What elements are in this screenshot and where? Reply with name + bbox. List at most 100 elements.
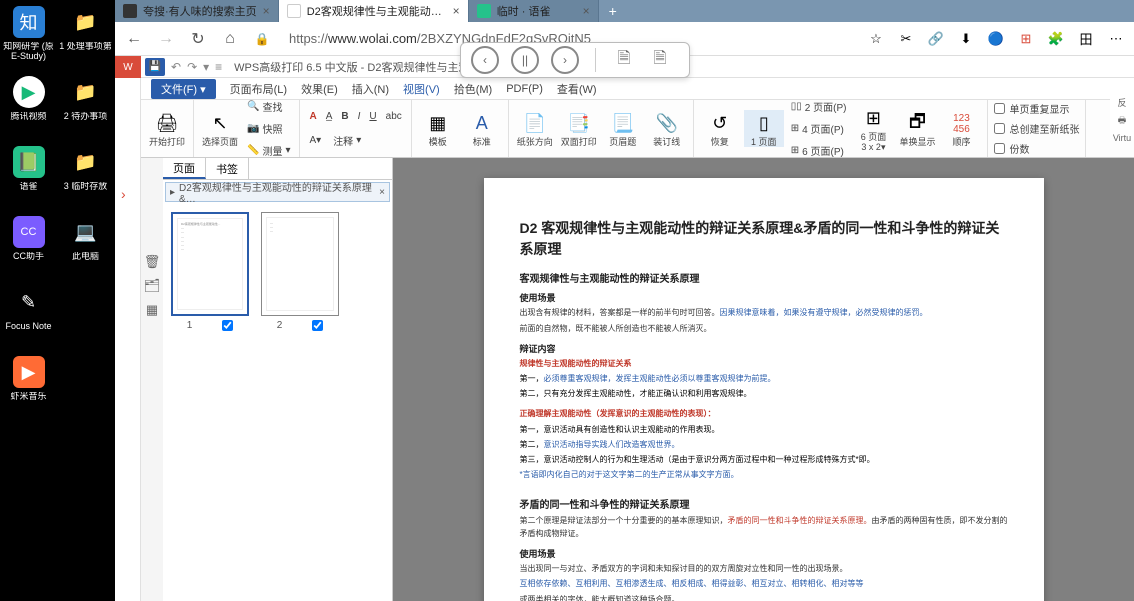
btn-single-swap[interactable]: 🗗单换显示 xyxy=(897,110,937,148)
btn-standard[interactable]: A标准 xyxy=(462,110,502,148)
chk-copies[interactable]: 份数 xyxy=(994,141,1079,156)
tab-close-icon[interactable]: × xyxy=(453,4,460,18)
lock-icon[interactable]: 🔒 xyxy=(251,28,273,50)
btn-2pages[interactable]: ▯▯ 2 页面(P) xyxy=(788,97,850,117)
preview-canvas[interactable]: D2 客观规律性与主观能动性的辩证关系原理&矛盾的同一性和斗争性的辩证关系原理 … xyxy=(393,158,1134,601)
save-icon[interactable]: 💾 xyxy=(145,58,165,76)
section-2-title: 矛盾的同一性和斗争性的辩证关系原理 xyxy=(520,496,1008,511)
printer-label: Virtu xyxy=(1113,133,1131,143)
left-tab-bookmarks[interactable]: 书签 xyxy=(206,158,249,179)
desktop-icon-cchelper[interactable]: CCCC助手 xyxy=(0,210,57,280)
ext-star-icon[interactable]: ☆ xyxy=(866,29,886,49)
sub-usage: 使用场景 xyxy=(520,291,1008,304)
btn-annotate[interactable]: 注释▾ xyxy=(330,131,364,151)
menu-lookup[interactable]: 查看(W) xyxy=(557,81,597,97)
btn-template[interactable]: ▦模板 xyxy=(418,110,458,148)
ext-grid-icon[interactable]: 田 xyxy=(1076,29,1096,49)
doc-breadcrumb[interactable]: ▸D2客观规律性与主观能动性的辩证关系原理&…× xyxy=(165,182,390,202)
media-prev-icon[interactable]: ‹ xyxy=(471,46,499,74)
btn-font-color[interactable]: A▾ xyxy=(306,131,324,151)
ext-more-icon[interactable]: ⋯ xyxy=(1106,29,1126,49)
right-panel: 反 🖶 Virtu xyxy=(1110,90,1134,140)
browser-tab-0[interactable]: 夸搜·有人味的搜索主页 × xyxy=(115,0,279,22)
wps-body: 🗑 🗂 ▦ 页面 书签 ▸D2客观规律性与主观能动性的辩证关系原理&…× D2客… xyxy=(141,158,1134,601)
qa-dropdown-icon[interactable]: ▾ xyxy=(203,60,209,74)
btn-page-header[interactable]: 📃页眉题 xyxy=(603,110,643,148)
btn-bold[interactable]: B xyxy=(338,107,351,127)
btn-binding[interactable]: 📎装订线 xyxy=(647,110,687,148)
btn-snapshot[interactable]: 📷快照 xyxy=(244,119,293,139)
btn-find[interactable]: 🔍查找 xyxy=(244,97,293,117)
chk-newpaper[interactable]: 总创建至新纸张 xyxy=(994,121,1079,136)
btn-double-print[interactable]: 📑双面打印 xyxy=(559,110,599,148)
media-save2-icon[interactable]: 🗎 xyxy=(648,48,672,72)
ext-blue-icon[interactable]: 🔵 xyxy=(986,29,1006,49)
feedback-label[interactable]: 反 xyxy=(1117,96,1126,109)
menu-layout[interactable]: 页面布局(L) xyxy=(230,81,287,97)
btn-restore[interactable]: ↺恢复 xyxy=(700,110,740,148)
browser-tab-1[interactable]: D2客观规律性与主观能动性的 × xyxy=(279,0,469,22)
tab-close-icon[interactable]: × xyxy=(583,4,590,18)
media-pause-icon[interactable]: || xyxy=(511,46,539,74)
left-tab-pages[interactable]: 页面 xyxy=(163,158,206,179)
tab-close-icon[interactable]: × xyxy=(263,4,270,18)
thumb-check-1[interactable] xyxy=(222,320,233,331)
new-tab-button[interactable]: + xyxy=(599,3,627,19)
thumb-check-2[interactable] xyxy=(312,320,323,331)
desktop-icon-folder2[interactable]: 📁2 待办事项 xyxy=(57,70,114,140)
nav-forward-icon[interactable]: → xyxy=(155,28,177,50)
nav-home-icon[interactable]: ⌂ xyxy=(219,28,241,50)
thumb-num-1: 1 xyxy=(187,320,193,331)
wps-logo-icon[interactable]: W xyxy=(115,56,141,78)
undo-icon[interactable]: ↶ xyxy=(171,60,181,74)
nav-refresh-icon[interactable]: ↻ xyxy=(187,28,209,50)
ribbon-toolbar: 🖨开始打印 ↖选择页面 🔍查找 📷快照 📏测量▾ A A̲ xyxy=(141,100,1134,158)
btn-underline[interactable]: U xyxy=(366,107,379,127)
ext-link-icon[interactable]: 🔗 xyxy=(926,29,946,49)
desktop-icon-folder3[interactable]: 📁3 临时存放 xyxy=(57,140,114,210)
qa-menu-icon[interactable]: ≡ xyxy=(215,60,222,74)
desktop-icon-focusnote[interactable]: ✎Focus Note xyxy=(0,280,57,350)
menu-color[interactable]: 拾色(M) xyxy=(454,81,493,97)
sidebar-arrow-icon[interactable]: › xyxy=(121,186,126,202)
btn-six-page[interactable]: ⊞6 页面3 x 2▾ xyxy=(853,105,893,153)
ext-puzzle-icon[interactable]: 🧩 xyxy=(1046,29,1066,49)
btn-start-print[interactable]: 🖨开始打印 xyxy=(147,110,187,148)
btn-one-page[interactable]: ▯1 页面 xyxy=(744,110,784,148)
btn-4pages[interactable]: ⊞ 4 页面(P) xyxy=(788,119,850,139)
ext-scissors-icon[interactable]: ✂ xyxy=(896,29,916,49)
tool-grid-icon[interactable]: ▦ xyxy=(146,302,158,318)
menu-view[interactable]: 视图(V) xyxy=(403,81,440,97)
left-pane-tabs: 页面 书签 xyxy=(163,158,392,180)
desktop-icon-thispc[interactable]: 💻此电脑 xyxy=(57,210,114,280)
menu-insert[interactable]: 插入(N) xyxy=(352,81,389,97)
tool-delete-icon[interactable]: 🗑 xyxy=(144,254,161,270)
nav-back-icon[interactable]: ← xyxy=(123,28,145,50)
tool-folder-icon[interactable]: 🗂 xyxy=(144,278,161,294)
redo-icon[interactable]: ↷ xyxy=(187,60,197,74)
btn-font-a2[interactable]: A̲ xyxy=(323,107,336,127)
desktop-icon-yuque[interactable]: 📗语雀 xyxy=(0,140,57,210)
menu-pdf[interactable]: PDF(P) xyxy=(506,83,543,95)
btn-order[interactable]: 123456顺序 xyxy=(941,110,981,148)
media-save1-icon[interactable]: 🗎 xyxy=(612,48,636,72)
desktop-icon-zhiwang[interactable]: 知知网研学 (原E-Study) xyxy=(0,0,57,70)
desktop-icon-folder1[interactable]: 📁1 处理事项第 xyxy=(57,0,114,70)
btn-paper-dir[interactable]: 📄纸张方向 xyxy=(515,110,555,148)
thumbnail-1[interactable]: D2客观规律性与主观能动性...—————— xyxy=(171,212,249,316)
btn-select-page[interactable]: ↖选择页面 xyxy=(200,110,240,148)
media-next-icon[interactable]: › xyxy=(551,46,579,74)
ext-download-icon[interactable]: ⬇ xyxy=(956,29,976,49)
btn-font-a[interactable]: A xyxy=(306,107,319,127)
desktop-icon-xiami[interactable]: ▶虾米音乐 xyxy=(0,350,57,420)
btn-strike[interactable]: abc xyxy=(383,107,405,127)
browser-tab-2[interactable]: 临时 · 语雀 × xyxy=(469,0,599,22)
chk-repeat[interactable]: 单页重复显示 xyxy=(994,101,1079,116)
thumbnail-2[interactable]: ——— xyxy=(261,212,339,316)
desktop-icon-tencent-video[interactable]: ▶腾讯视频 xyxy=(0,70,57,140)
btn-italic[interactable]: I xyxy=(355,107,364,127)
menu-file[interactable]: 文件(F) ▾ xyxy=(151,79,216,99)
ext-red-icon[interactable]: ⊞ xyxy=(1016,29,1036,49)
printer-icon[interactable]: 🖶 xyxy=(1118,113,1127,129)
menu-effect[interactable]: 效果(E) xyxy=(301,81,338,97)
